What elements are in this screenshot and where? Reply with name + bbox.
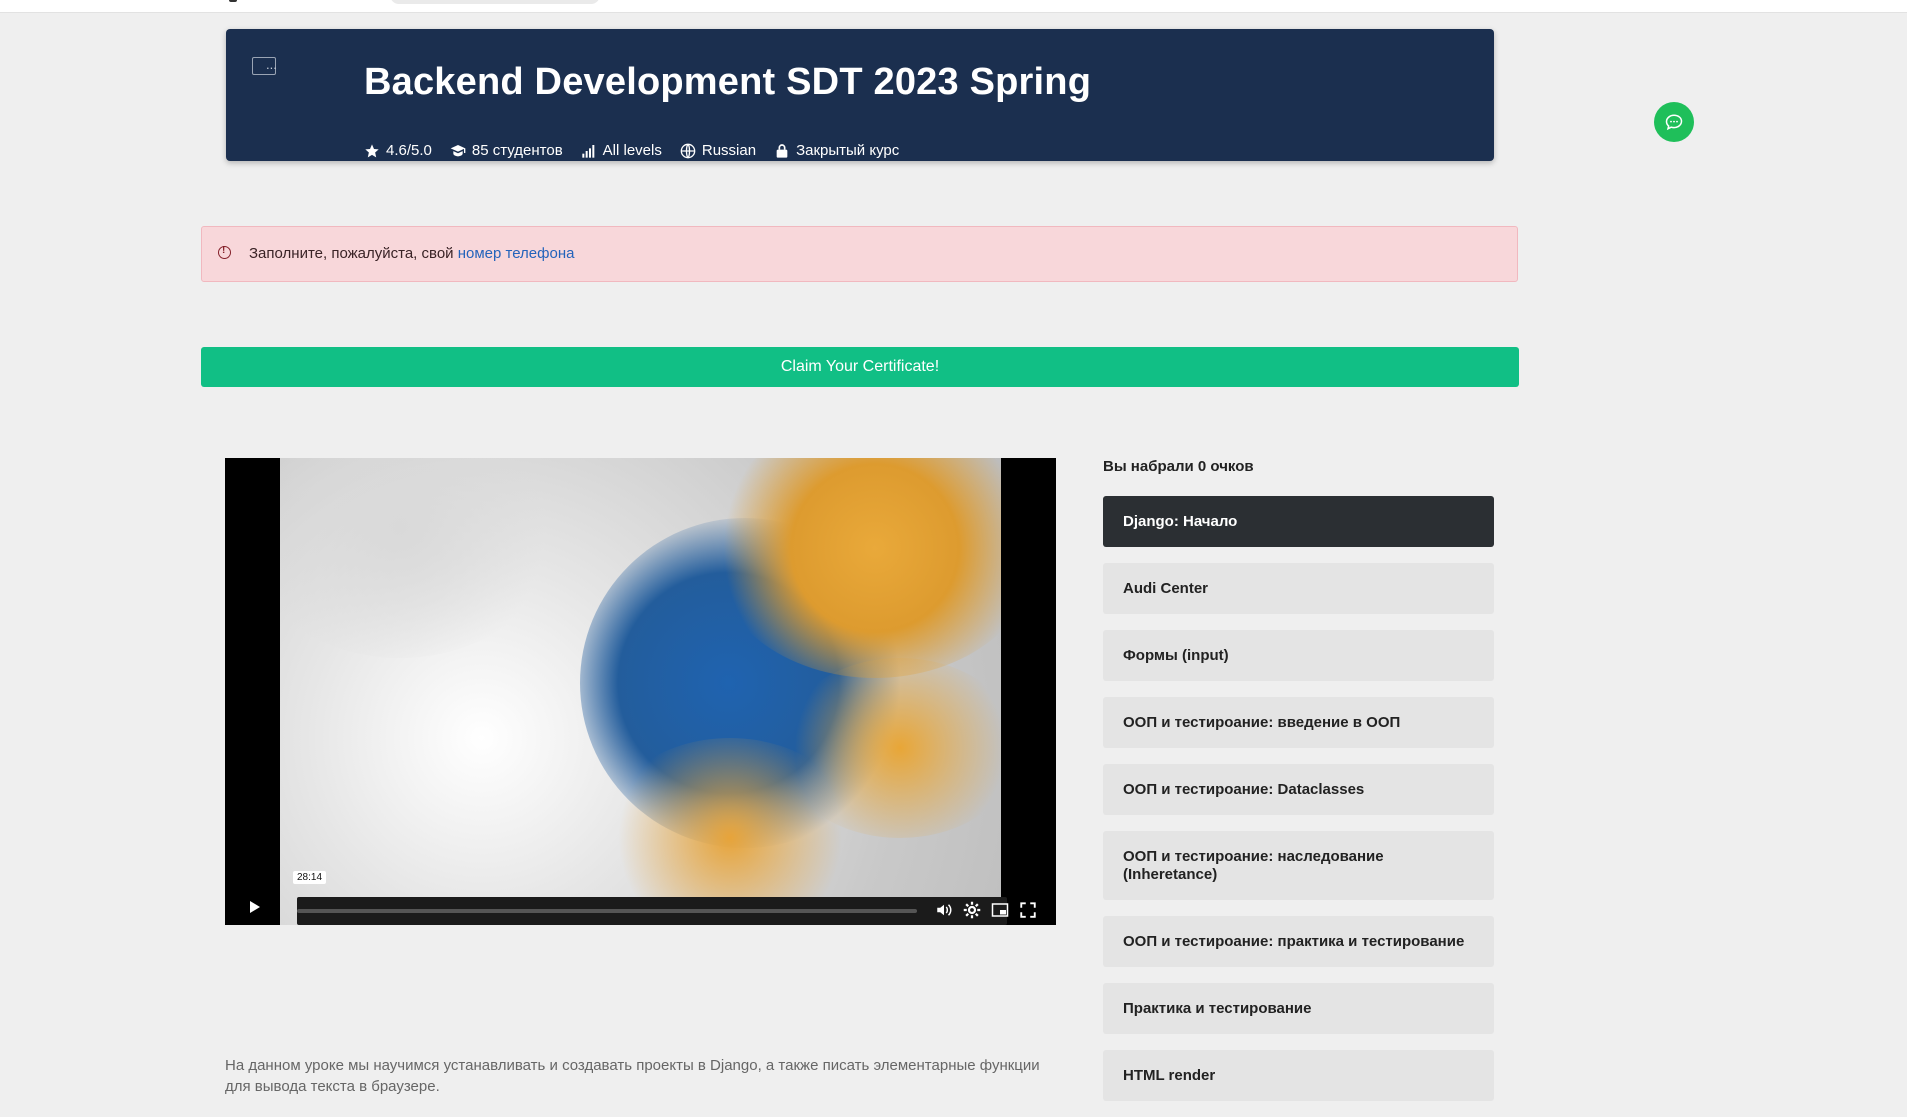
- video-player[interactable]: 28:14: [225, 458, 1056, 925]
- top-navbar: [0, 0, 1907, 13]
- video-frame[interactable]: [280, 458, 1001, 925]
- rating-value: 4.6/5.0: [386, 142, 432, 159]
- time-tooltip: 28:14: [293, 871, 327, 884]
- course-meta: 4.6/5.0 85 студентов All levels Russian …: [364, 142, 899, 159]
- picture-in-picture-icon[interactable]: [991, 901, 1009, 919]
- signal-bars-icon: [582, 144, 595, 158]
- lesson-item-audi-center[interactable]: Audi Center: [1103, 563, 1494, 614]
- access-value: Закрытый курс: [796, 142, 900, 159]
- logo-icon[interactable]: [229, 0, 237, 2]
- play-icon[interactable]: [237, 893, 271, 921]
- lock-icon: [776, 143, 788, 158]
- lesson-item-django-start[interactable]: Django: Начало: [1103, 496, 1494, 547]
- language-value: Russian: [701, 142, 757, 159]
- course-level: All levels: [581, 142, 662, 159]
- search-input[interactable]: [390, 0, 600, 4]
- course-thumbnail-alt: ...: [266, 57, 277, 72]
- star-icon: [365, 143, 379, 157]
- lesson-item-html-render[interactable]: HTML render: [1103, 1050, 1494, 1101]
- course-language: Russian: [680, 142, 756, 159]
- phone-alert: Заполните, пожалуйста, свой номер телефо…: [201, 226, 1518, 282]
- lesson-item-oop-dataclasses[interactable]: ООП и тестироание: Dataclasses: [1103, 764, 1494, 815]
- lesson-item-forms-input[interactable]: Формы (input): [1103, 630, 1494, 681]
- lesson-description: На данном уроке мы научимся устанавливат…: [225, 1057, 1040, 1095]
- volume-icon[interactable]: [935, 901, 953, 919]
- lesson-item-oop-practice[interactable]: ООП и тестироание: практика и тестирован…: [1103, 916, 1494, 967]
- score-text: Вы набрали 0 очков: [1103, 458, 1254, 475]
- students-count: 85 студентов: [450, 142, 563, 159]
- students-value: 85 студентов: [471, 142, 563, 159]
- course-access: Закрытый курс: [774, 142, 899, 159]
- alert-message: Заполните, пожалуйста, свой: [249, 245, 458, 262]
- globe-icon: [680, 143, 696, 158]
- alert-text: Заполните, пожалуйста, свой номер телефо…: [249, 245, 574, 262]
- phone-number-link[interactable]: номер телефона: [458, 245, 575, 262]
- course-header: ... Backend Development SDT 2023 Spring …: [226, 29, 1694, 161]
- claim-certificate-button[interactable]: Claim Your Certificate!: [201, 347, 1519, 387]
- settings-gear-icon[interactable]: [963, 901, 981, 919]
- video-control-icons: [935, 901, 1037, 919]
- fullscreen-icon[interactable]: [1019, 901, 1037, 919]
- chat-button[interactable]: [1654, 102, 1694, 142]
- graduate-icon: [450, 144, 466, 156]
- rating: 4.6/5.0: [364, 142, 432, 159]
- course-title: Backend Development SDT 2023 Spring: [364, 61, 1092, 103]
- video-controls: 28:14: [225, 871, 1056, 925]
- lesson-item-practice-testing[interactable]: Практика и тестирование: [1103, 983, 1494, 1034]
- lesson-item-oop-intro[interactable]: ООП и тестироание: введение в ООП: [1103, 697, 1494, 748]
- alert-circle-icon: [218, 245, 231, 259]
- level-value: All levels: [602, 142, 662, 159]
- lesson-list: Django: Начало Audi Center Формы (input)…: [1103, 496, 1494, 1117]
- progress-bar[interactable]: [297, 909, 917, 913]
- chat-bubble-icon: [1665, 114, 1683, 131]
- lesson-item-oop-inheritance[interactable]: ООП и тестироание: наследование (Inheret…: [1103, 831, 1494, 900]
